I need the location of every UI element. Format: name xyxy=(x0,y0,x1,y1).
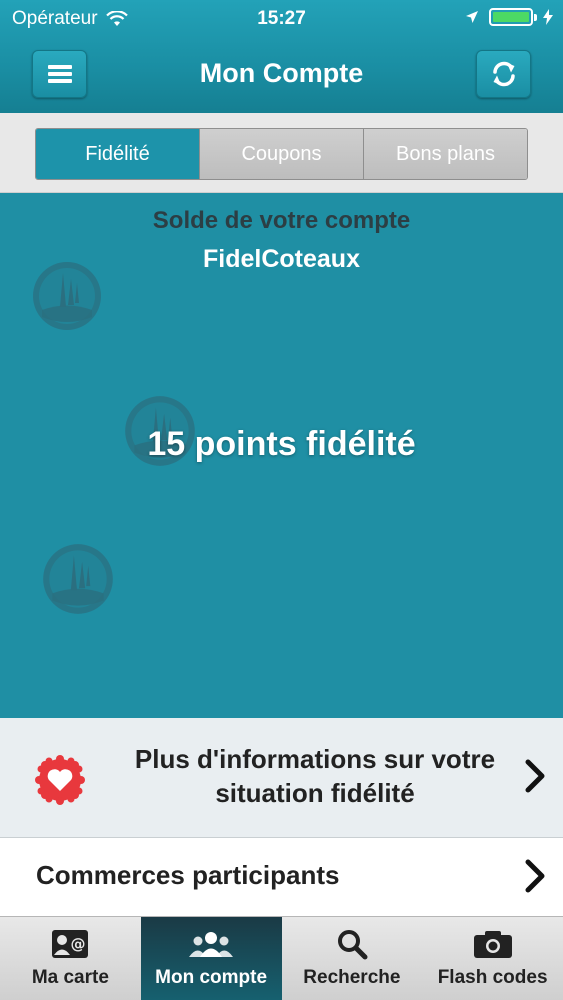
tab-ma-carte-label: Ma carte xyxy=(31,967,109,988)
tab-mon-compte[interactable]: Mon compte xyxy=(140,917,282,1000)
tab-bar: @ Ma carte Mon compte Recherche Flash co… xyxy=(0,916,563,1000)
charging-bolt-icon xyxy=(543,9,553,25)
tab-recherche-label: Recherche xyxy=(303,967,401,988)
points-balance: 15 points fidélité xyxy=(147,425,416,463)
people-icon xyxy=(189,932,234,957)
refresh-button[interactable] xyxy=(476,50,531,98)
merchants-label: Commerces participants xyxy=(36,860,340,890)
tab-ma-carte[interactable]: @ Ma carte xyxy=(0,917,141,1000)
balance-title: Solde de votre compte xyxy=(152,207,411,234)
tab-mon-compte-label: Mon compte xyxy=(155,967,268,988)
segment-bar: Fidélité Coupons Bons plans xyxy=(0,113,563,193)
heart-badge-icon xyxy=(35,755,85,805)
tab-flash-codes[interactable]: Flash codes xyxy=(422,917,563,1000)
location-arrow-icon xyxy=(466,11,478,23)
merchants-row[interactable]: Commerces participants xyxy=(0,838,563,916)
segment-fidelite[interactable]: Fidélité xyxy=(36,129,199,179)
contact-card-icon: @ xyxy=(52,930,89,958)
top-bar: Opérateur 15:27 Mon Compte xyxy=(0,0,563,113)
camera-icon xyxy=(473,931,512,958)
account-name: FidelCoteaux xyxy=(203,245,360,273)
segment-coupons[interactable]: Coupons xyxy=(199,129,363,179)
chevron-right-icon xyxy=(525,859,545,893)
chevron-right-icon xyxy=(525,759,545,793)
segmented-control: Fidélité Coupons Bons plans xyxy=(35,128,528,180)
segment-bons-plans[interactable]: Bons plans xyxy=(363,129,527,179)
loyalty-info-label: Plus d'informations sur votre situation … xyxy=(134,744,496,808)
search-icon xyxy=(337,930,368,960)
loyalty-info-row[interactable]: Plus d'informations sur votre situation … xyxy=(0,718,563,838)
tab-recherche[interactable]: Recherche xyxy=(282,917,423,1000)
svg-text:@: @ xyxy=(71,935,86,953)
cypress-logo-icon xyxy=(43,544,113,614)
battery-icon xyxy=(489,8,537,26)
status-indicators xyxy=(465,8,553,26)
balance-panel: Solde de votre compte FidelCoteaux 15 po… xyxy=(0,193,563,718)
tab-flash-codes-label: Flash codes xyxy=(437,967,548,988)
status-bar: Opérateur 15:27 xyxy=(0,0,563,40)
refresh-icon xyxy=(492,61,515,87)
